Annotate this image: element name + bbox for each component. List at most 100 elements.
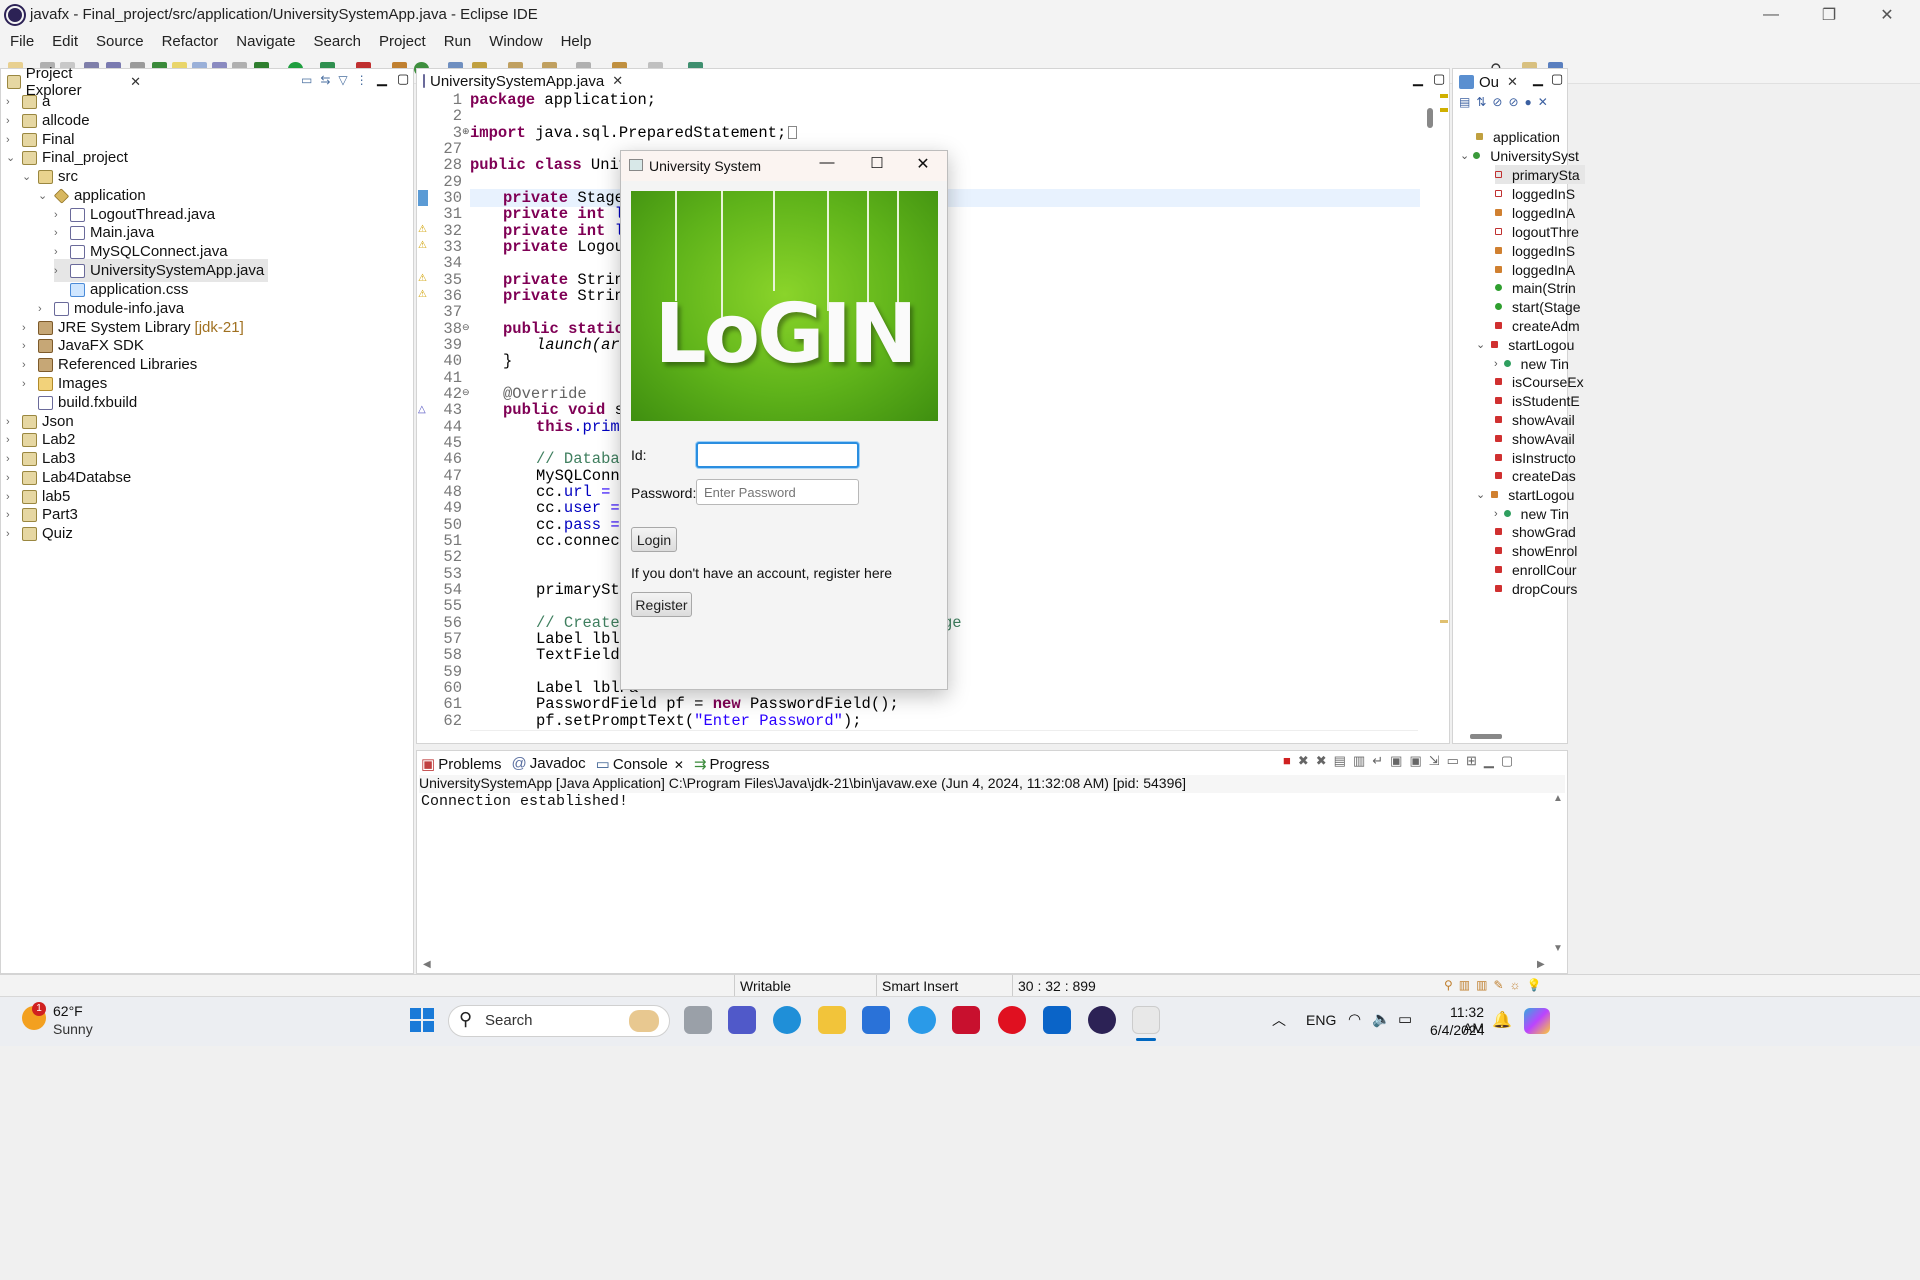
outline-item[interactable]: application	[1476, 127, 1560, 146]
id-input[interactable]	[696, 442, 859, 468]
maximize-view-icon[interactable]: ▢	[397, 71, 409, 87]
language-indicator[interactable]: ENG	[1306, 1012, 1336, 1028]
outline-item[interactable]: isInstructo	[1495, 448, 1576, 467]
outline-item[interactable]: showAvail	[1495, 429, 1575, 448]
editor-horizontal-scrollbar[interactable]	[470, 730, 1418, 742]
fold-plus-icon[interactable]: ⊕	[462, 126, 470, 137]
menu-navigate[interactable]: Navigate	[236, 30, 295, 54]
teams-icon[interactable]	[728, 1006, 756, 1034]
outline-item[interactable]: ⌄ startLogou	[1476, 335, 1574, 354]
pin-console-icon[interactable]: ⇲	[1429, 753, 1447, 768]
register-button[interactable]: Register	[631, 592, 692, 617]
clock-date[interactable]: 6/4/2024	[1430, 1022, 1485, 1038]
display-console-icon[interactable]: ▭	[1447, 753, 1466, 768]
chevron-up-icon[interactable]: ︿	[1272, 1010, 1286, 1030]
dialog-maximize-button[interactable]: ☐	[865, 154, 889, 172]
menu-help[interactable]: Help	[561, 30, 592, 54]
close-icon[interactable]: ✕	[612, 73, 623, 89]
outline-item[interactable]: main(Strin	[1495, 278, 1576, 297]
outline-item[interactable]: loggedInA	[1495, 203, 1575, 222]
battery-icon[interactable]: ▭	[1398, 1010, 1412, 1028]
close-button[interactable]: ✕	[1858, 0, 1916, 30]
notification-bell-icon[interactable]: 🔔	[1492, 1010, 1512, 1030]
fold-minus-icon[interactable]: ⊖	[462, 322, 470, 333]
outline-horizontal-scrollbar[interactable]	[1470, 734, 1502, 739]
close-icon[interactable]: ✕	[1507, 74, 1518, 90]
outline-item[interactable]: primarySta	[1495, 165, 1585, 184]
close-icon[interactable]: ✕	[674, 758, 684, 772]
show-stdout-icon[interactable]: ▣	[1390, 753, 1409, 768]
word-wrap-icon[interactable]: ↵	[1372, 753, 1390, 768]
minimize-view-icon[interactable]: ▁	[1484, 753, 1501, 768]
outline-toolbar-icons[interactable]: ▤⇅⊘⊘●✕	[1459, 95, 1554, 109]
dialog-minimize-button[interactable]: —	[815, 154, 839, 171]
wifi-icon[interactable]: ◠	[1348, 1010, 1361, 1028]
outline-item[interactable]: enrollCour	[1495, 560, 1577, 579]
show-stderr-icon[interactable]: ▣	[1409, 753, 1428, 768]
opera-icon[interactable]	[998, 1006, 1026, 1034]
view-toolbar-icons[interactable]: ▭⇆▽⋮	[301, 73, 376, 87]
windows-start-icon[interactable]	[410, 1008, 434, 1032]
minimize-view-icon[interactable]: ▁	[1413, 71, 1423, 87]
scroll-down-icon[interactable]: ▼	[1553, 943, 1563, 954]
maximize-view-icon[interactable]: ▢	[1433, 71, 1445, 87]
tab-outline[interactable]: Ou ✕	[1453, 69, 1523, 95]
outline-item[interactable]: isCourseEx	[1495, 372, 1584, 391]
outline-item[interactable]: ⌄ UniversitySyst	[1460, 146, 1579, 165]
edge-icon[interactable]	[773, 1006, 801, 1034]
status-cursor-position[interactable]: 30 : 32 : 899	[1018, 978, 1096, 994]
scroll-up-icon[interactable]: ▲	[1553, 793, 1563, 804]
file-explorer-icon[interactable]	[818, 1006, 846, 1034]
outline-item[interactable]: createAdm	[1495, 316, 1580, 335]
volume-icon[interactable]: 🔈	[1372, 1010, 1391, 1028]
remove-all-icon[interactable]: ✖	[1316, 753, 1334, 768]
minimize-view-icon[interactable]: ▁	[1533, 71, 1543, 87]
maximize-view-icon[interactable]: ▢	[1501, 753, 1520, 768]
minimize-button[interactable]: —	[1742, 0, 1800, 30]
outline-item[interactable]: isStudentE	[1495, 391, 1580, 410]
taskbar-search-box[interactable]: ⚲ Search	[448, 1005, 670, 1037]
password-input[interactable]	[696, 479, 859, 505]
restore-button[interactable]: ❐	[1800, 0, 1858, 30]
outline-item[interactable]: logoutThre	[1495, 222, 1579, 241]
remove-launch-icon[interactable]: ✖	[1298, 753, 1316, 768]
menu-edit[interactable]: Edit	[52, 30, 78, 54]
tab-progress[interactable]: ⇉ Progress	[694, 755, 770, 773]
minimize-view-icon[interactable]: ▁	[377, 71, 387, 87]
fold-minus-icon[interactable]: ⊖	[462, 387, 470, 398]
menu-refactor[interactable]: Refactor	[162, 30, 219, 54]
outline-item[interactable]: › new Tin	[1494, 354, 1569, 373]
help-icon[interactable]	[908, 1006, 936, 1034]
outline-item[interactable]: showGrad	[1495, 522, 1576, 541]
outline-item[interactable]: dropCours	[1495, 579, 1577, 598]
terminate-icon[interactable]: ■	[1283, 753, 1298, 768]
outline-item[interactable]: ⌄ startLogou	[1476, 485, 1574, 504]
menu-search[interactable]: Search	[313, 30, 361, 54]
login-button[interactable]: Login	[631, 527, 677, 552]
copilot-icon[interactable]	[1524, 1008, 1550, 1034]
clear-console-icon[interactable]: ▤	[1334, 753, 1353, 768]
status-tray-icons[interactable]: ⚲▥▥✎☼💡	[1444, 978, 1547, 992]
menu-file[interactable]: File	[10, 30, 34, 54]
outline-item[interactable]: loggedInA	[1495, 260, 1575, 279]
mcafee-icon[interactable]	[952, 1006, 980, 1034]
status-insert-mode[interactable]: Smart Insert	[882, 978, 958, 994]
menu-window[interactable]: Window	[489, 30, 542, 54]
outline-item[interactable]: loggedInS	[1495, 184, 1575, 203]
outline-item[interactable]: loggedInS	[1495, 241, 1575, 260]
outlook-icon[interactable]	[1043, 1006, 1071, 1034]
tab-problems[interactable]: ▣ Problems	[421, 755, 502, 773]
java-app-icon[interactable]	[1132, 1006, 1160, 1034]
scroll-left-icon[interactable]: ◀	[423, 959, 431, 970]
open-console-icon[interactable]: ⊞	[1466, 753, 1484, 768]
menu-project[interactable]: Project	[379, 30, 426, 54]
outline-item[interactable]: start(Stage	[1495, 297, 1580, 316]
outline-item[interactable]: showAvail	[1495, 410, 1575, 429]
scroll-lock-icon[interactable]: ▥	[1353, 753, 1372, 768]
menu-run[interactable]: Run	[444, 30, 472, 54]
maximize-view-icon[interactable]: ▢	[1551, 71, 1563, 87]
store-icon[interactable]	[862, 1006, 890, 1034]
eclipse-taskbar-icon[interactable]	[1088, 1006, 1116, 1034]
tab-console[interactable]: ▭ Console ✕	[596, 755, 684, 773]
dialog-close-button[interactable]: ✕	[911, 154, 935, 174]
